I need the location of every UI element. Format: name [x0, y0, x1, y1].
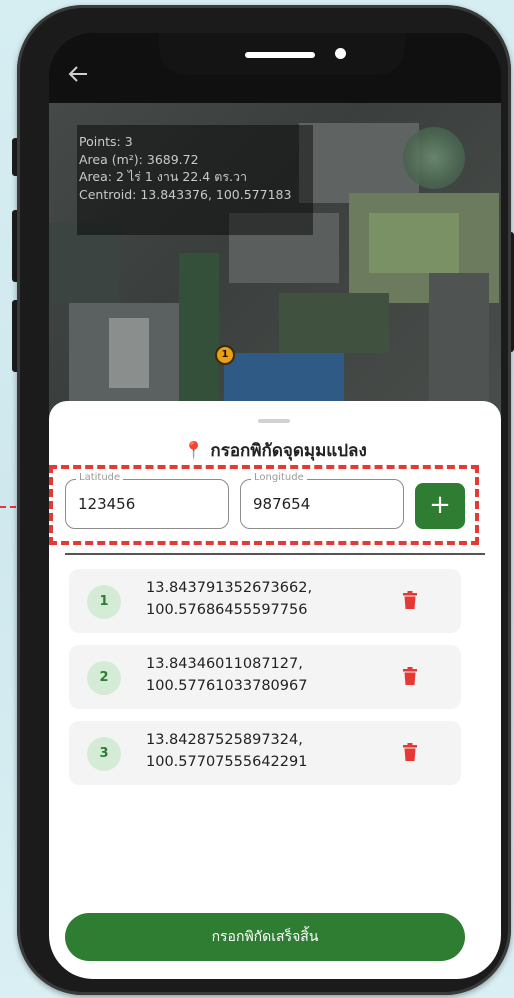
- point-card-2: 2 13.84346011087127, 100.57761033780967: [69, 645, 461, 709]
- point-card-1: 1 13.843791352673662, 100.57686455597756: [69, 569, 461, 633]
- sheet-title: 📍 กรอกพิกัดจุดมุมแปลง: [49, 437, 501, 464]
- longitude-value[interactable]: 987654: [253, 495, 310, 513]
- point-longitude: 100.57707555642291: [146, 754, 308, 770]
- point-index-badge: 3: [87, 737, 121, 771]
- back-arrow-icon[interactable]: [67, 63, 89, 85]
- point-card-3: 3 13.84287525897324, 100.57707555642291: [69, 721, 461, 785]
- trash-icon[interactable]: [403, 743, 417, 761]
- point-coordinates: 13.84287525897324, 100.57707555642291: [146, 729, 307, 773]
- point-latitude: 13.84346011087127,: [146, 656, 303, 672]
- longitude-field[interactable]: Longitude 987654: [240, 472, 404, 529]
- area-m2-text: Area (m²): 3689.72: [79, 151, 199, 167]
- centroid-text: Centroid: 13.843376, 100.577183: [79, 186, 292, 202]
- point-index-badge: 2: [87, 661, 121, 695]
- area-info-overlay: Points: 3 Area (m²): 3689.72 Area: 2 ไร่…: [77, 125, 313, 235]
- point-longitude: 100.57761033780967: [146, 678, 308, 694]
- point-coordinates: 13.843791352673662, 100.57686455597756: [146, 577, 312, 621]
- phone-screen: Points: 3 Area (m²): 3689.72 Area: 2 ไร่…: [49, 33, 501, 979]
- pin-icon: 📍: [183, 441, 205, 461]
- camera: [335, 48, 346, 59]
- phone-frame: Points: 3 Area (m²): 3689.72 Area: 2 ไร่…: [17, 5, 511, 995]
- points-count-text: Points: 3: [79, 134, 133, 149]
- divider: [65, 553, 485, 555]
- satellite-map[interactable]: Points: 3 Area (m²): 3689.72 Area: 2 ไร่…: [49, 103, 501, 423]
- point-longitude: 100.57686455597756: [146, 602, 308, 618]
- point-latitude: 13.843791352673662,: [146, 580, 313, 596]
- point-latitude: 13.84287525897324,: [146, 732, 303, 748]
- area-rai-text: Area: 2 ไร่ 1 งาน 22.4 ตร.วา: [79, 169, 248, 184]
- drag-handle[interactable]: [258, 419, 290, 423]
- trash-icon[interactable]: [403, 591, 417, 609]
- latitude-field[interactable]: Latitude 123456: [65, 472, 229, 529]
- point-index-badge: 1: [87, 585, 121, 619]
- speaker: [245, 52, 315, 58]
- coordinate-entry-sheet: 📍 กรอกพิกัดจุดมุมแปลง Latitude 123456 Lon…: [49, 401, 501, 979]
- latitude-value[interactable]: 123456: [78, 495, 135, 513]
- add-point-button[interactable]: +: [415, 483, 465, 529]
- department-seal-logo: [403, 127, 465, 189]
- trash-icon[interactable]: [403, 667, 417, 685]
- notch: [159, 33, 405, 75]
- point-marker-1[interactable]: 1: [215, 345, 235, 365]
- latitude-label: Latitude: [76, 472, 124, 483]
- sheet-title-text: กรอกพิกัดจุดมุมแปลง: [210, 441, 367, 461]
- longitude-label: Longitude: [251, 472, 307, 483]
- point-coordinates: 13.84346011087127, 100.57761033780967: [146, 653, 307, 697]
- finish-entry-button[interactable]: กรอกพิกัดเสร็จสิ้น: [65, 913, 465, 961]
